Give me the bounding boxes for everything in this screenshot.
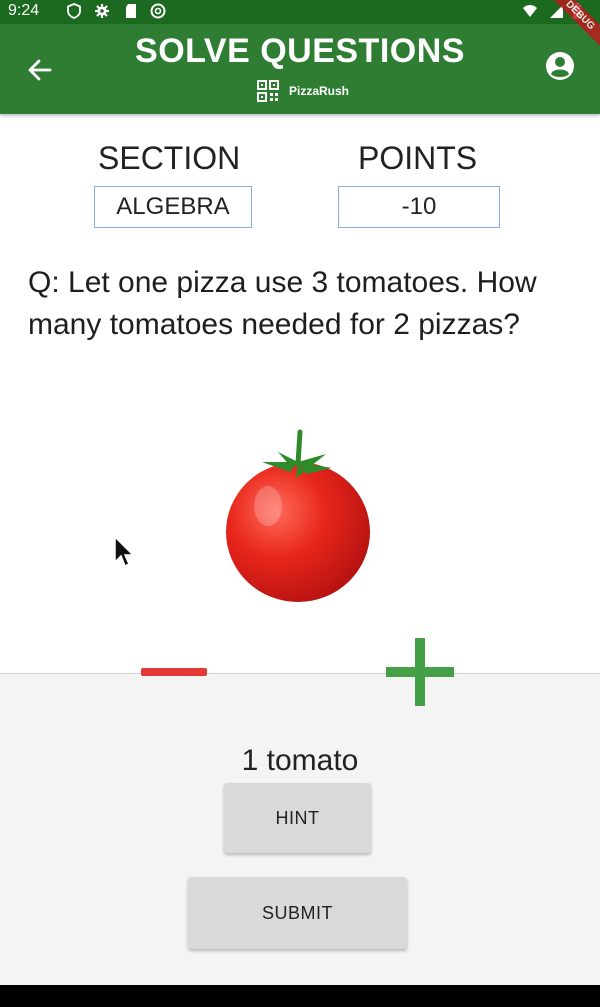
points-field: -10 [338,186,500,228]
question-text: Q: Let one pizza use 3 tomatoes. How man… [28,266,537,341]
shield-icon [67,3,81,19]
qr-grid-icon [257,80,279,102]
status-time: 9:24 [8,2,40,19]
app-subtitle: PizzaRush [257,80,349,102]
sd-card-icon [126,4,136,18]
hint-button[interactable]: HINT [224,783,371,853]
status-bar: 9:24 [0,0,600,24]
app-screen: 9:24 SOLVE QUESTIONS PizzaRush DEBUG SEC… [0,0,600,985]
plus-icon[interactable] [386,638,454,706]
subtitle-label: PizzaRush [289,84,350,98]
minus-icon[interactable] [141,668,207,676]
mouse-cursor-icon [114,536,135,568]
tomato-count: 1 tomato [241,744,359,777]
plus-icon-vertical-bar [415,638,425,706]
at-icon [150,3,166,19]
account-icon[interactable] [544,50,576,82]
system-nav-bar [0,985,600,1007]
section-label: SECTION [98,140,241,176]
submit-button[interactable]: SUBMIT [188,877,407,949]
page-title: SOLVE QUESTIONS [135,32,465,70]
section-field: ALGEBRA [94,186,252,228]
tomato-image [226,429,370,602]
gear-icon [95,4,109,18]
points-label: POINTS [358,140,478,176]
app-bar: SOLVE QUESTIONS PizzaRush [0,24,600,114]
wifi-icon [523,5,537,17]
